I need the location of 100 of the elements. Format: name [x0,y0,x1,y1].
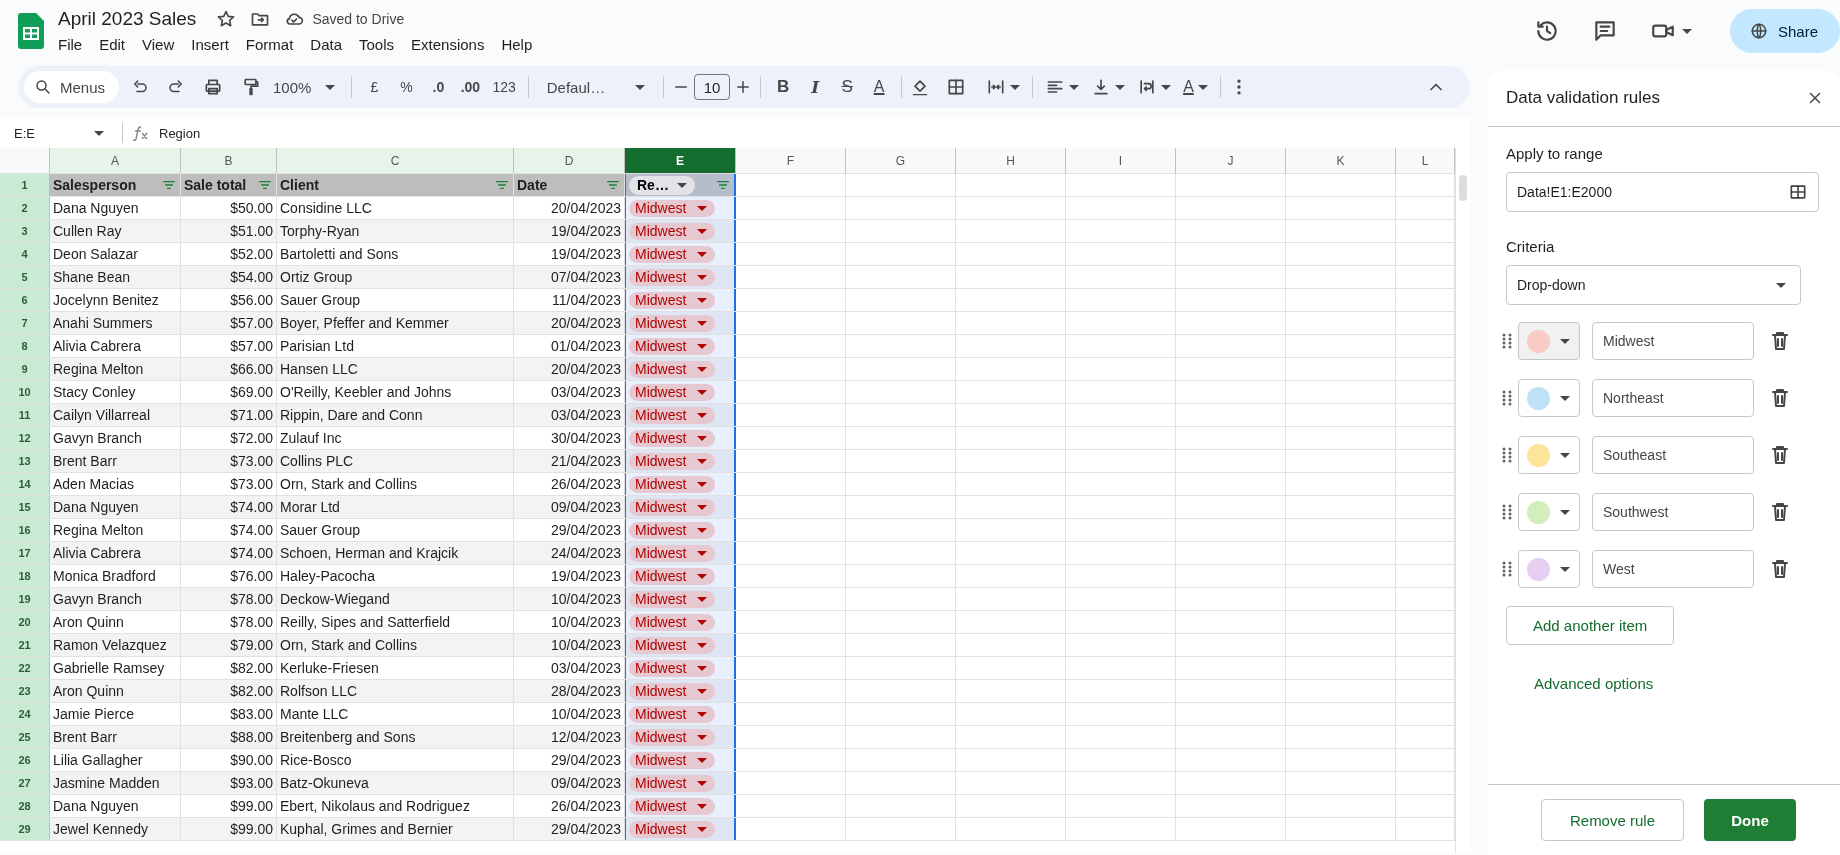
dropdown-chip[interactable]: Midwest [629,659,715,677]
advanced-options-link[interactable]: Advanced options [1534,675,1654,692]
row-number[interactable]: 27 [0,772,50,794]
row-number[interactable]: 18 [0,565,50,587]
row-number[interactable]: 21 [0,634,50,656]
row-number[interactable]: 13 [0,450,50,472]
row-number[interactable]: 19 [0,588,50,610]
decrease-decimal-button[interactable]: .0 [424,73,453,101]
dropdown-chip[interactable]: Midwest [629,222,715,240]
row-number[interactable]: 28 [0,795,50,817]
criteria-dropdown[interactable]: Drop-down [1506,265,1801,305]
dropdown-chip[interactable]: Midwest [629,498,715,516]
menu-item[interactable]: Edit [90,33,134,55]
dropdown-chip[interactable]: Midwest [629,521,715,539]
dropdown-chip[interactable]: Midwest [629,475,715,493]
row-number[interactable]: 29 [0,818,50,840]
row-number[interactable]: 22 [0,657,50,679]
row-number[interactable]: 20 [0,611,50,633]
header-chip[interactable]: Re… [629,175,695,195]
color-picker-button[interactable] [1518,436,1580,474]
dropdown-chip[interactable]: Midwest [629,705,715,723]
row-number[interactable]: 25 [0,726,50,748]
row-number[interactable]: 17 [0,542,50,564]
dropdown-chip[interactable]: Midwest [629,406,715,424]
menu-item[interactable]: Extensions [402,33,493,55]
dropdown-chip[interactable]: Midwest [629,314,715,332]
menu-item[interactable]: File [58,33,91,55]
print-icon[interactable] [203,77,224,97]
dropdown-chip[interactable]: Midwest [629,682,715,700]
range-field[interactable]: Data!E1:E2000 [1506,172,1819,212]
dropdown-chip[interactable]: Midwest [629,751,715,769]
color-picker-button[interactable] [1518,550,1580,588]
menu-search-field[interactable]: Menus [24,71,120,103]
add-item-button[interactable]: Add another item [1506,606,1675,645]
row-number[interactable]: 4 [0,243,50,265]
color-picker-button[interactable] [1518,322,1580,360]
row-number[interactable]: 16 [0,519,50,541]
formula-content[interactable]: Region [159,125,201,141]
text-color-button[interactable]: A [865,73,894,101]
font-size-field[interactable]: 10 [694,74,731,100]
dropdown-chip[interactable]: Midwest [629,820,715,838]
row-number[interactable]: 23 [0,680,50,702]
row-number[interactable]: 9 [0,358,50,380]
share-button[interactable]: Share [1729,9,1840,53]
dropdown-chip[interactable]: Midwest [629,268,715,286]
dropdown-chip[interactable]: Midwest [629,429,715,447]
menu-item[interactable]: View [133,33,183,55]
menu-item[interactable]: Help [492,33,541,55]
dropdown-chip[interactable]: Midwest [629,613,715,631]
dropdown-chip[interactable]: Midwest [629,728,715,746]
drag-handle-icon[interactable] [1502,561,1512,577]
row-number[interactable]: 12 [0,427,50,449]
dropdown-chip[interactable]: Midwest [629,337,715,355]
name-box[interactable]: E:E [0,125,104,141]
row-number[interactable]: 26 [0,749,50,771]
dropdown-chip[interactable]: Midwest [629,291,715,309]
italic-button[interactable]: I [801,73,830,101]
dropdown-chip[interactable]: Midwest [629,797,715,815]
row-number[interactable]: 8 [0,335,50,357]
item-value-field[interactable]: Southeast [1592,436,1754,474]
number-format-button[interactable]: 123 [488,73,520,101]
strikethrough-button[interactable]: S [833,73,862,101]
color-picker-button[interactable] [1518,379,1580,417]
dropdown-chip[interactable]: Midwest [629,245,715,263]
borders-icon[interactable] [946,77,967,97]
dropdown-chip[interactable]: Midwest [629,452,715,470]
item-value-field[interactable]: Southwest [1592,493,1754,531]
document-title[interactable]: April 2023 Sales [58,7,197,30]
column-header[interactable]: D [514,148,625,173]
drag-handle-icon[interactable] [1502,333,1512,349]
menu-item[interactable]: Tools [350,33,403,55]
dropdown-chip[interactable]: Midwest [629,590,715,608]
item-value-field[interactable]: West [1592,550,1754,588]
drag-handle-icon[interactable] [1502,390,1512,406]
item-value-field[interactable]: Northeast [1592,379,1754,417]
row-number[interactable]: 14 [0,473,50,495]
menu-item[interactable]: Format [236,33,302,55]
row-number[interactable]: 11 [0,404,50,426]
drag-handle-icon[interactable] [1502,504,1512,520]
zoom-dropdown[interactable]: 100% [265,73,344,101]
dropdown-chip[interactable]: Midwest [629,360,715,378]
row-number[interactable]: 5 [0,266,50,288]
row-number[interactable]: 7 [0,312,50,334]
row-number[interactable]: 10 [0,381,50,403]
row-number[interactable]: 24 [0,703,50,725]
text-rotation-button[interactable]: A [1179,73,1212,101]
bold-button[interactable]: B [769,73,798,101]
done-button[interactable]: Done [1704,799,1796,841]
column-header[interactable]: E [625,148,736,173]
row-number[interactable]: 15 [0,496,50,518]
font-dropdown[interactable]: Defaul… [536,73,656,101]
dropdown-chip[interactable]: Midwest [629,567,715,585]
dropdown-chip[interactable]: Midwest [629,383,715,401]
drag-handle-icon[interactable] [1502,447,1512,463]
color-picker-button[interactable] [1518,493,1580,531]
remove-rule-button[interactable]: Remove rule [1540,799,1684,841]
column-header[interactable]: A [50,148,181,173]
percent-button[interactable]: % [392,73,421,101]
spreadsheet-logo-icon[interactable] [18,13,44,49]
dropdown-chip[interactable]: Midwest [629,636,715,654]
